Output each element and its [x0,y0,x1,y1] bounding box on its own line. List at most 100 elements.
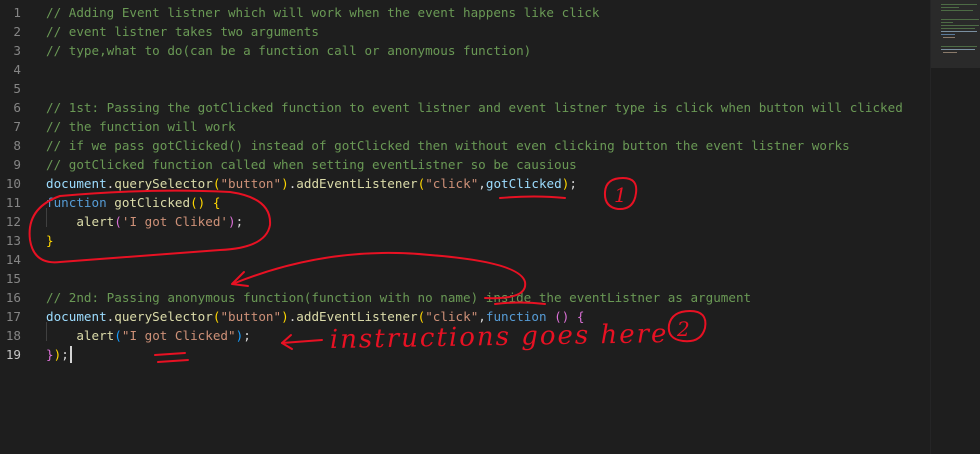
code-line[interactable]: 10 document.querySelector("button").addEv… [0,174,930,193]
code-line[interactable]: 18 alert("I got Clicked"); [0,326,930,345]
minimap-row [941,4,977,5]
line-number: 10 [5,176,21,191]
code-token: ) [281,176,289,191]
code-token: ; [243,328,251,343]
code-token: document [46,176,107,191]
code-token: 'I got Cliked' [121,214,229,229]
code-token: querySelector [114,309,213,324]
code-token: "button" [220,176,282,191]
line-number: 18 [5,328,21,343]
line-number: 7 [13,119,21,134]
code-line[interactable]: 14 [0,250,930,269]
code-token: ; [61,347,69,362]
code-token: addEventListener [296,309,418,324]
code-line[interactable]: 1 // Adding Event listner which will work… [0,3,930,22]
code-line[interactable]: 13} [0,231,930,250]
code-line[interactable]: 12 alert('I got Cliked'); [0,212,930,231]
code-line[interactable]: 4 [0,60,930,79]
code-token: , [478,309,486,324]
minimap-row [941,7,959,8]
code-line[interactable]: 3 // type,what to do(can be a function ca… [0,41,930,60]
minimap-row [941,46,977,47]
line-code: // 1st: Passing the gotClicked function … [46,98,903,117]
indent-guide [46,208,47,227]
code-token: () [190,195,206,210]
minimap-row [941,28,975,29]
line-number: 16 [5,290,21,305]
code-token: ; [569,176,577,191]
code-token: "click" [425,176,479,191]
line-number: 12 [5,214,21,229]
code-token: // event listner takes two arguments [46,24,319,39]
code-token: "click" [425,309,479,324]
code-token: // 1st: Passing the gotClicked function … [46,100,903,115]
line-code: function gotClicked() { [46,193,220,212]
code-token: alert [76,214,115,229]
code-line[interactable]: 5 [0,79,930,98]
code-token: // Adding Event listner which will work … [46,5,600,20]
code-editor[interactable]: 1 // Adding Event listner which will work… [0,0,930,454]
code-token: // 2nd: Passing anonymous function(funct… [46,290,752,305]
code-token: { [576,309,585,324]
code-token: ; [235,214,244,229]
minimap[interactable] [930,0,980,454]
line-number: 9 [13,157,21,172]
minimap-row [941,22,953,23]
line-number: 11 [5,195,21,210]
line-code: // 2nd: Passing anonymous function(funct… [46,288,751,307]
code-token: "button" [220,309,282,324]
code-line[interactable]: 8 // if we pass gotClicked() instead of g… [0,136,930,155]
line-code: // event listner takes two arguments [46,22,319,41]
code-token: document [46,309,107,324]
code-token: // the function will work [46,119,236,134]
minimap-row [941,19,979,20]
minimap-row [941,49,975,50]
indent-guide [46,322,47,341]
code-token: alert [76,328,115,343]
code-line[interactable]: 2 // event listner takes two arguments [0,22,930,41]
line-number: 8 [13,138,21,153]
code-line[interactable]: 9 // gotClicked function called when sett… [0,155,930,174]
line-number: 17 [5,309,21,324]
line-code: alert("I got Clicked"); [46,326,251,345]
code-line[interactable]: 19}); [0,345,930,364]
code-token: gotClicked [114,195,191,210]
code-line[interactable]: 11 function gotClicked() { [0,193,930,212]
code-line[interactable]: 6 // 1st: Passing the gotClicked function… [0,98,930,117]
line-number: 19 [5,347,21,362]
code-token: querySelector [114,176,213,191]
minimap-row [941,34,955,35]
text-cursor [70,346,72,363]
code-token: { [212,195,221,210]
code-token: } [46,233,54,248]
code-token: ( [114,214,122,229]
code-token: } [46,347,54,362]
minimap-row [941,31,977,32]
line-code: // if we pass gotClicked() instead of go… [46,136,850,155]
line-number: 15 [5,271,21,286]
code-token: gotClicked [485,176,562,191]
line-number: 1 [13,5,21,20]
code-token: , [478,176,486,191]
code-line[interactable]: 17 document.querySelector("button").addEv… [0,307,930,326]
code-token: "I got Clicked" [121,328,236,343]
code-token: ) [228,214,236,229]
line-code: alert('I got Cliked'); [46,212,243,231]
line-number: 14 [5,252,21,267]
code-token: // if we pass gotClicked() instead of go… [46,138,850,153]
code-line[interactable]: 16 // 2nd: Passing anonymous function(fun… [0,288,930,307]
line-code: // gotClicked function called when setti… [46,155,577,174]
code-token: ) [281,309,289,324]
minimap-row [941,25,979,26]
line-code: // the function will work [46,117,236,136]
line-code: document.querySelector("button").addEven… [46,307,585,326]
line-code: // type,what to do(can be a function cal… [46,41,531,60]
line-number: 5 [13,81,21,96]
code-line[interactable]: 15 [0,269,930,288]
code-line[interactable]: 7 // the function will work [0,117,930,136]
line-code: // Adding Event listner which will work … [46,3,600,22]
line-number: 4 [13,62,21,77]
